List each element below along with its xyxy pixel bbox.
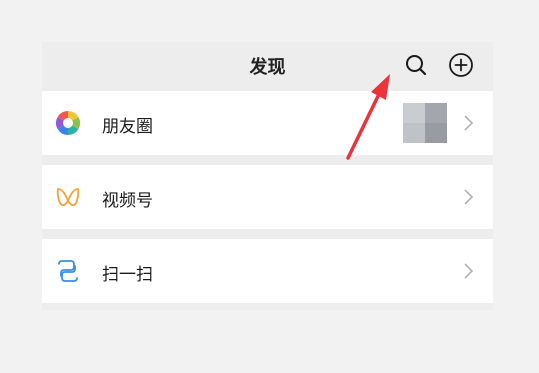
moments-avatar-thumbnail: [403, 103, 447, 143]
add-button[interactable]: [448, 52, 474, 78]
discover-screen: 发现 朋友圈 视频号 扫一扫: [42, 42, 493, 310]
chevron-right-icon: [464, 189, 474, 205]
moments-shutter-icon: [54, 109, 82, 137]
scan-icon: [54, 257, 82, 285]
list-item-label: 扫一扫: [102, 265, 153, 285]
list-item-label: 朋友圈: [102, 117, 153, 137]
page: 发现 朋友圈 视频号 扫一扫: [0, 0, 539, 373]
chevron-right-icon: [464, 115, 474, 131]
plus-circle-icon: [449, 53, 473, 77]
header-bar: 发现: [42, 42, 493, 89]
list-item-scan[interactable]: 扫一扫: [42, 239, 493, 303]
channels-butterfly-icon: [54, 183, 82, 211]
annotation-arrow-icon: [346, 74, 390, 160]
list-item-label: 视频号: [102, 191, 153, 211]
list-item-moments[interactable]: 朋友圈: [42, 91, 493, 155]
search-button[interactable]: [403, 52, 429, 78]
chevron-right-icon: [464, 263, 474, 279]
search-icon: [406, 55, 427, 76]
list-item-channels[interactable]: 视频号: [42, 165, 493, 229]
